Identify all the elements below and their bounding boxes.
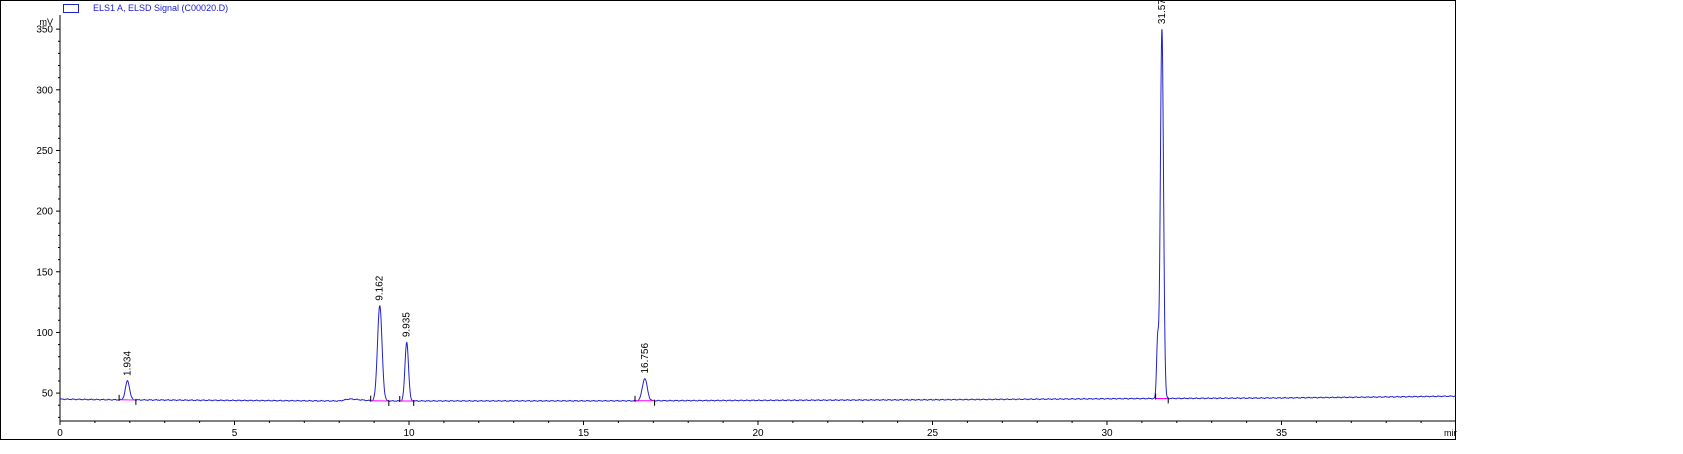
x-tick-label: 15 <box>578 428 590 439</box>
peak-label: 16.756 <box>640 343 651 374</box>
peak-label: 31.574 <box>1157 1 1168 24</box>
y-tick-label: 200 <box>36 207 53 218</box>
peak-label: 9.162 <box>375 275 386 300</box>
x-tick-label: 10 <box>403 428 415 439</box>
x-tick-label: 20 <box>752 428 764 439</box>
y-axis-label: mV <box>40 17 54 27</box>
x-tick-label: 35 <box>1276 428 1288 439</box>
x-tick-label: 25 <box>927 428 939 439</box>
x-axis-label: min <box>1444 428 1457 438</box>
y-tick-label: 300 <box>36 85 53 96</box>
y-tick-label: 50 <box>42 389 54 400</box>
peak-label: 1.934 <box>122 351 133 376</box>
y-tick-label: 100 <box>36 328 53 339</box>
y-tick-label: 150 <box>36 267 53 278</box>
peak-label: 9.935 <box>402 312 413 337</box>
x-tick-label: 0 <box>57 428 63 439</box>
y-tick-label: 250 <box>36 146 53 157</box>
x-tick-label: 30 <box>1101 428 1113 439</box>
chromatogram-panel: ELS1 A, ELSD Signal (C00020.D) 50 100 150 2… <box>0 0 1457 440</box>
signal-trace <box>59 29 1457 402</box>
chromatogram-plot: 50100150200250300350mV0 5 10 15 20 25 30 35 min1… <box>36 1 1457 439</box>
x-tick-label: 5 <box>232 428 238 439</box>
